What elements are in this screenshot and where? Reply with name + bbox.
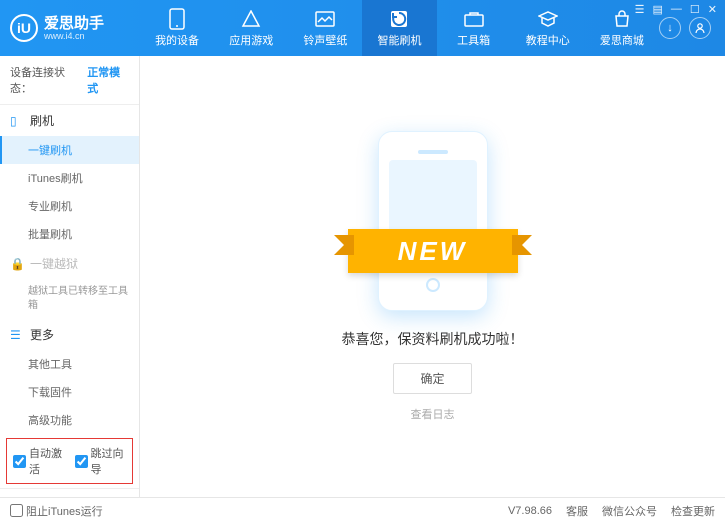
app-window: ☰ ▤ — ☐ ✕ iU 爱思助手 www.i4.cn 我的设备 应用游戏 铃声… (0, 0, 725, 523)
phone-graphic (378, 131, 488, 311)
logo-area: iU 爱思助手 www.i4.cn (10, 14, 140, 42)
brand-name: 爱思助手 (44, 16, 104, 31)
sidebar-batch-flash[interactable]: 批量刷机 (0, 220, 139, 248)
nav-ringtone[interactable]: 铃声壁纸 (288, 0, 362, 56)
body: 设备连接状态： 正常模式 ▯刷机 一键刷机 iTunes刷机 专业刷机 批量刷机… (0, 56, 725, 497)
sidebar: 设备连接状态： 正常模式 ▯刷机 一键刷机 iTunes刷机 专业刷机 批量刷机… (0, 56, 140, 497)
close-icon[interactable]: ✕ (708, 3, 717, 16)
toolbox-icon (464, 9, 484, 29)
nav-toolbox[interactable]: 工具箱 (437, 0, 511, 56)
brand-site: www.i4.cn (44, 31, 104, 41)
sidebar-advanced[interactable]: 高级功能 (0, 406, 139, 434)
jailbreak-note: 越狱工具已转移至工具箱 (0, 279, 139, 319)
wallpaper-icon (315, 9, 335, 29)
sidebar-download-fw[interactable]: 下载固件 (0, 378, 139, 406)
nav-tutorial[interactable]: 教程中心 (511, 0, 585, 56)
footer-update[interactable]: 检查更新 (671, 503, 715, 519)
group-jailbreak[interactable]: 🔒一键越狱 (0, 248, 139, 279)
footer-service[interactable]: 客服 (566, 503, 588, 519)
phone-icon (167, 9, 187, 29)
sidebar-pro-flash[interactable]: 专业刷机 (0, 192, 139, 220)
success-illustration: NEW (378, 131, 488, 311)
checkbox-skip-setup[interactable]: 跳过向导 (75, 445, 127, 477)
flash-icon (389, 9, 409, 29)
nav-store[interactable]: 爱思商城 (585, 0, 659, 56)
user-icon[interactable] (689, 17, 711, 39)
success-message: 恭喜您，保资料刷机成功啦！ (342, 329, 524, 349)
checkbox-block-itunes[interactable]: 阻止iTunes运行 (10, 503, 103, 519)
store-icon (612, 9, 632, 29)
ok-button[interactable]: 确定 (393, 363, 471, 394)
header-right: ↓ (659, 17, 715, 39)
device-panel[interactable]: ▯iPhone 12 mini 64GB Down-12mini-13,1 (0, 488, 139, 497)
checkbox-auto-activate[interactable]: 自动激活 (13, 445, 65, 477)
footer-wechat[interactable]: 微信公众号 (602, 503, 657, 519)
connection-status: 设备连接状态： 正常模式 (0, 56, 139, 105)
tutorial-icon (538, 9, 558, 29)
new-ribbon: NEW (348, 229, 518, 273)
apps-icon (241, 9, 261, 29)
logo-icon: iU (10, 14, 38, 42)
top-nav: 我的设备 应用游戏 铃声壁纸 智能刷机 工具箱 教程中心 (140, 0, 659, 56)
footer: 阻止iTunes运行 V7.98.66 客服 微信公众号 检查更新 (0, 497, 725, 523)
phone-small-icon: ▯ (10, 114, 24, 128)
header: iU 爱思助手 www.i4.cn 我的设备 应用游戏 铃声壁纸 智能刷机 (0, 0, 725, 56)
connection-mode: 正常模式 (87, 64, 129, 96)
sidebar-one-click-flash[interactable]: 一键刷机 (0, 136, 139, 164)
main-content: NEW 恭喜您，保资料刷机成功啦！ 确定 查看日志 (140, 56, 725, 497)
list-icon: ☰ (10, 328, 24, 342)
view-log-link[interactable]: 查看日志 (411, 406, 455, 422)
options-highlight-box: 自动激活 跳过向导 (6, 438, 133, 484)
group-flash[interactable]: ▯刷机 (0, 105, 139, 136)
lock-icon: 🔒 (10, 257, 24, 271)
sidebar-other-tools[interactable]: 其他工具 (0, 350, 139, 378)
nav-apps[interactable]: 应用游戏 (214, 0, 288, 56)
nav-flash[interactable]: 智能刷机 (362, 0, 436, 56)
group-more[interactable]: ☰更多 (0, 319, 139, 350)
nav-my-device[interactable]: 我的设备 (140, 0, 214, 56)
minimize-icon[interactable]: — (671, 3, 682, 16)
sidebar-itunes-flash[interactable]: iTunes刷机 (0, 164, 139, 192)
maximize-icon[interactable]: ☐ (690, 3, 700, 16)
version-label: V7.98.66 (508, 505, 552, 517)
download-icon[interactable]: ↓ (659, 17, 681, 39)
